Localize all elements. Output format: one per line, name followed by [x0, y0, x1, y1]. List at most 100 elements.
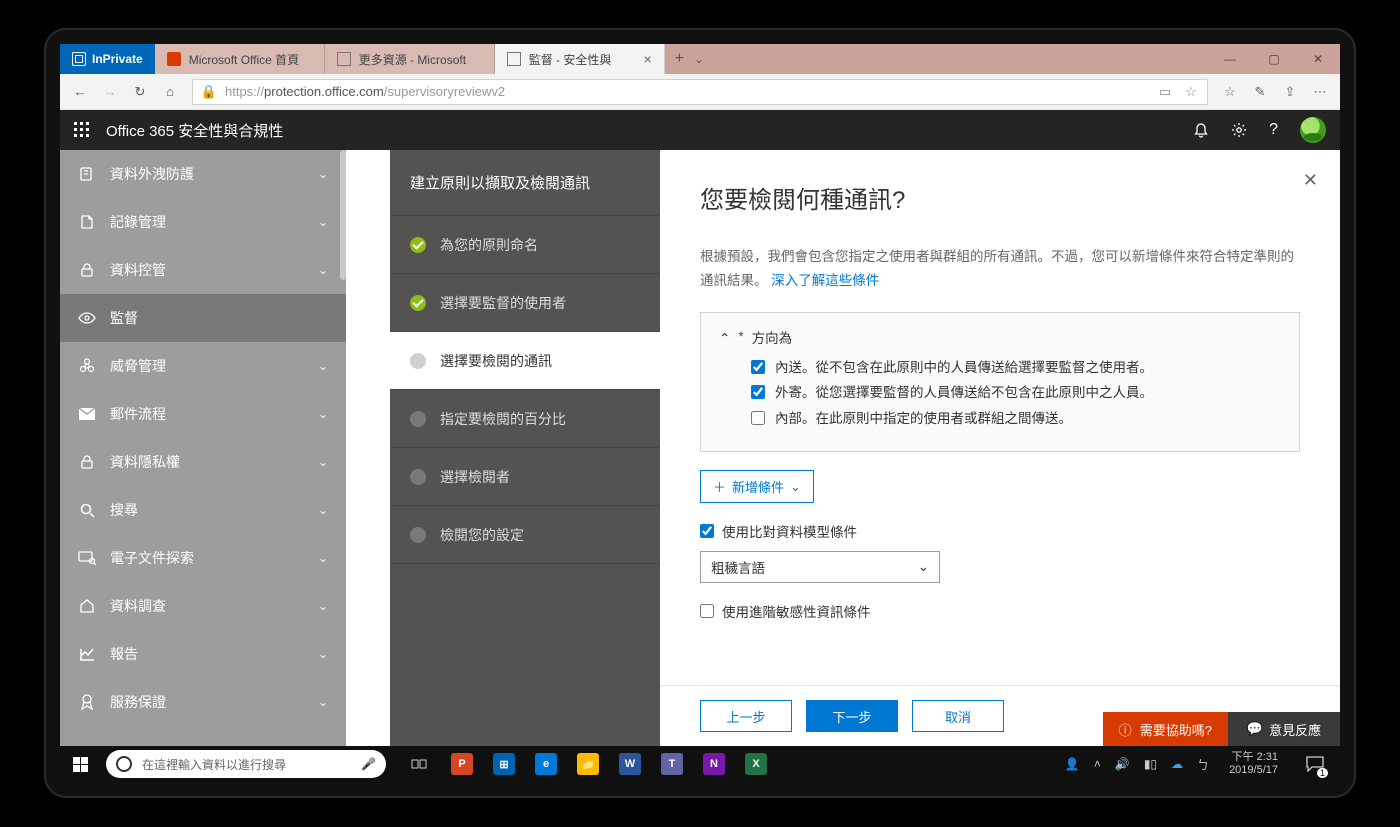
- home-icon[interactable]: ⌂: [162, 84, 178, 100]
- learn-more-link[interactable]: 深入了解這些條件: [771, 273, 879, 288]
- refresh-icon[interactable]: ↻: [132, 84, 148, 100]
- checkbox-outbound[interactable]: [751, 385, 765, 399]
- checkbox-use-sensitive[interactable]: [700, 604, 714, 618]
- nav-item-reports[interactable]: 報告 ⌄: [60, 630, 346, 678]
- prev-button[interactable]: 上一步: [700, 700, 792, 732]
- checkbox-internal[interactable]: [751, 411, 765, 425]
- taskbar-app-word[interactable]: W: [610, 746, 650, 782]
- model-dropdown[interactable]: 粗穢言語 ⌄: [700, 551, 940, 583]
- browser-tab[interactable]: Microsoft Office 首頁: [155, 44, 325, 74]
- mail-icon: [78, 405, 96, 423]
- nav-label: 資料外洩防護: [110, 164, 194, 184]
- taskbar-clock[interactable]: 下午 2:31 2019/5/17: [1223, 751, 1284, 776]
- more-icon[interactable]: ⋯: [1312, 84, 1328, 100]
- wizard-step[interactable]: 選擇要監督的使用者: [390, 274, 660, 332]
- close-panel-icon[interactable]: ✕: [1303, 170, 1318, 191]
- new-tab-button[interactable]: +: [675, 50, 684, 68]
- favorites-hub-icon[interactable]: ☆: [1222, 84, 1238, 100]
- reading-view-icon[interactable]: ▭: [1157, 84, 1173, 100]
- favorite-icon[interactable]: ☆: [1183, 84, 1199, 100]
- use-sensitive-row[interactable]: 使用進階敏感性資訊條件: [700, 601, 1300, 621]
- nav-item-threat[interactable]: 威脅管理 ⌄: [60, 342, 346, 390]
- need-help-button[interactable]: ⓘ 需要協助嗎?: [1103, 712, 1228, 746]
- feedback-button[interactable]: 💬 意見反應: [1228, 712, 1340, 746]
- collapse-icon[interactable]: ⌄: [719, 329, 730, 345]
- taskbar-app-powerpoint[interactable]: P: [442, 746, 482, 782]
- clock-time: 下午 2:31: [1229, 751, 1278, 764]
- wizard-step-current[interactable]: 選擇要檢閱的通訊: [390, 332, 660, 390]
- step-todo-icon: [410, 527, 426, 543]
- battery-icon[interactable]: ▮▯: [1144, 757, 1157, 771]
- use-model-row[interactable]: 使用比對資料模型條件: [700, 521, 1300, 541]
- taskbar-app-explorer[interactable]: 📁: [568, 746, 608, 782]
- onedrive-icon[interactable]: ☁: [1171, 757, 1183, 771]
- address-bar: ← → ↻ ⌂ 🔒 https://protection.office.com/…: [60, 74, 1340, 110]
- nav-item-dlp[interactable]: 資料外洩防護 ⌄: [60, 150, 346, 198]
- wizard-step[interactable]: 為您的原則命名: [390, 216, 660, 274]
- back-icon[interactable]: ←: [72, 84, 88, 100]
- tabs-dropdown-icon[interactable]: ⌄: [694, 52, 704, 66]
- close-window-button[interactable]: ✕: [1296, 44, 1340, 74]
- step-done-icon: [410, 295, 426, 311]
- nav-item-records[interactable]: 記錄管理 ⌄: [60, 198, 346, 246]
- chart-icon: [78, 645, 96, 663]
- chevron-down-icon: ⌄: [918, 559, 929, 575]
- start-button[interactable]: [60, 757, 100, 772]
- chevron-down-icon: ⌄: [318, 263, 328, 277]
- nav-item-ediscovery[interactable]: 電子文件探索 ⌄: [60, 534, 346, 582]
- nav-item-supervision[interactable]: 監督: [60, 294, 346, 342]
- share-icon[interactable]: ⇪: [1282, 84, 1298, 100]
- nav-item-privacy[interactable]: 資料隱私權 ⌄: [60, 438, 346, 486]
- checkbox-use-model[interactable]: [700, 524, 714, 538]
- wizard-step[interactable]: 指定要檢閱的百分比: [390, 390, 660, 448]
- chevron-down-icon: ⌄: [318, 551, 328, 565]
- taskbar-app-teams[interactable]: T: [652, 746, 692, 782]
- browser-tab-strip: InPrivate Microsoft Office 首頁 更多資源 - Mic…: [60, 44, 1340, 74]
- volume-icon[interactable]: 🔊: [1115, 757, 1130, 771]
- maximize-button[interactable]: ▢: [1252, 44, 1296, 74]
- taskbar-app-remote[interactable]: ⊞: [484, 746, 524, 782]
- user-avatar[interactable]: [1300, 117, 1326, 143]
- nav-item-data-governance[interactable]: 資料控管 ⌄: [60, 246, 346, 294]
- settings-icon[interactable]: [1231, 122, 1247, 138]
- step-label: 指定要檢閱的百分比: [440, 409, 566, 429]
- help-icon[interactable]: ?: [1269, 121, 1278, 139]
- ime-icon[interactable]: ㄅ: [1197, 756, 1209, 773]
- direction-inbound-row[interactable]: 內送。從不包含在此原則中的人員傳送給選擇要監督之使用者。: [751, 357, 1281, 379]
- taskbar-app-onenote[interactable]: N: [694, 746, 734, 782]
- url-input[interactable]: 🔒 https://protection.office.com/supervis…: [192, 79, 1208, 105]
- add-condition-button[interactable]: ＋ 新增條件 ⌄: [700, 470, 814, 503]
- taskbar-search[interactable]: 在這裡輸入資料以進行搜尋 🎤: [106, 750, 386, 778]
- minimize-button[interactable]: —: [1208, 44, 1252, 74]
- shield-icon: [78, 165, 96, 183]
- nav-item-investigation[interactable]: 資料調查 ⌄: [60, 582, 346, 630]
- notes-icon[interactable]: ✎: [1252, 84, 1268, 100]
- nav-item-search[interactable]: 搜尋 ⌄: [60, 486, 346, 534]
- cancel-button[interactable]: 取消: [912, 700, 1004, 732]
- task-view-button[interactable]: [400, 746, 440, 782]
- wizard-step[interactable]: 選擇檢閱者: [390, 448, 660, 506]
- checkbox-inbound[interactable]: [751, 360, 765, 374]
- page-icon: [507, 52, 521, 66]
- direction-internal-row[interactable]: 內部。在此原則中指定的使用者或群組之間傳送。: [751, 408, 1281, 430]
- taskbar-app-excel[interactable]: X: [736, 746, 776, 782]
- tray-chevron-up-icon[interactable]: ˄: [1094, 757, 1101, 771]
- direction-outbound-row[interactable]: 外寄。從您選擇要監督的人員傳送給不包含在此原則中之人員。: [751, 382, 1281, 404]
- next-button[interactable]: 下一步: [806, 700, 898, 732]
- notifications-icon[interactable]: [1193, 122, 1209, 138]
- wizard-step[interactable]: 檢閱您的設定: [390, 506, 660, 564]
- taskbar-app-edge[interactable]: e: [526, 746, 566, 782]
- feedback-label: 意見反應: [1269, 720, 1321, 739]
- nav-item-mailflow[interactable]: 郵件流程 ⌄: [60, 390, 346, 438]
- eye-icon: [78, 309, 96, 327]
- app-launcher-icon[interactable]: [74, 122, 90, 138]
- nav-item-assurance[interactable]: 服務保證 ⌄: [60, 678, 346, 726]
- browser-tab[interactable]: 更多資源 - Microsoft: [325, 44, 495, 74]
- action-center-button[interactable]: 1: [1298, 746, 1332, 782]
- forward-icon[interactable]: →: [102, 84, 118, 100]
- people-icon[interactable]: 👤: [1065, 757, 1080, 771]
- clock-date: 2019/5/17: [1229, 764, 1278, 777]
- browser-tab-active[interactable]: 監督 - 安全性與 ×: [495, 44, 665, 74]
- microphone-icon[interactable]: 🎤: [361, 757, 376, 771]
- close-tab-icon[interactable]: ×: [644, 51, 652, 67]
